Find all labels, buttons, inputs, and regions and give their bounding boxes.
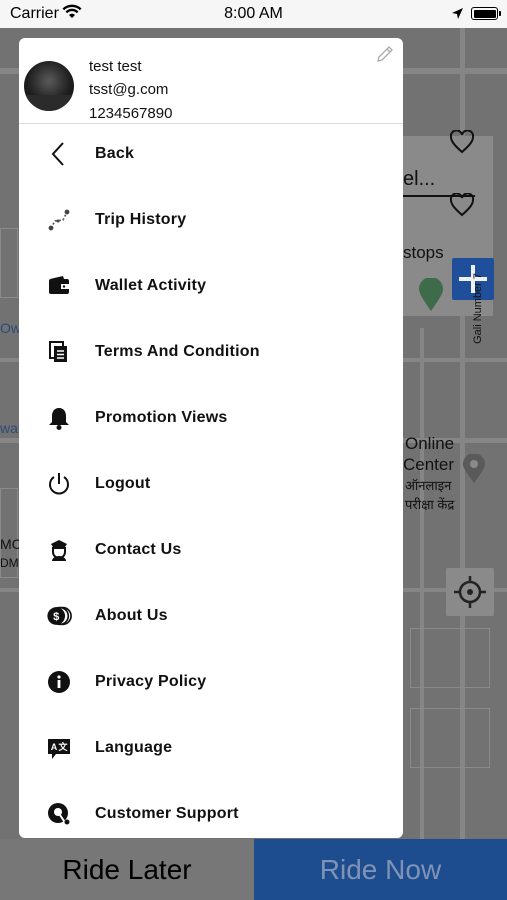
menu-label: Logout: [95, 475, 151, 492]
status-bar: Carrier 8:00 AM: [0, 0, 507, 28]
ride-now-button[interactable]: Ride Now: [254, 839, 507, 900]
menu-label: Trip History: [95, 211, 187, 228]
svg-text:文: 文: [57, 741, 68, 752]
menu-label: Privacy Policy: [95, 673, 207, 690]
menu-label: Terms And Condition: [95, 343, 260, 360]
menu-item-about-us[interactable]: $ About Us: [19, 583, 403, 649]
status-time: 8:00 AM: [224, 5, 283, 22]
menu-item-privacy-policy[interactable]: Privacy Policy: [19, 649, 403, 715]
avatar[interactable]: [24, 61, 74, 111]
ride-action-bar: Ride Later Ride Now: [0, 839, 507, 900]
menu-item-promotion-views[interactable]: Promotion Views: [19, 385, 403, 451]
menu-item-back[interactable]: Back: [19, 121, 403, 187]
menu-label: Language: [95, 739, 173, 756]
menu-item-wallet-activity[interactable]: Wallet Activity: [19, 253, 403, 319]
place-pin-icon: [463, 454, 485, 483]
user-name: test test: [89, 58, 142, 75]
svg-text:$: $: [53, 611, 60, 623]
menu-item-logout[interactable]: Logout: [19, 451, 403, 517]
route-icon: [46, 207, 72, 233]
map-left-label: wa: [0, 420, 18, 436]
crosshair-icon: [454, 576, 486, 608]
place-name-4: परीक्षा केंद्र: [405, 497, 455, 512]
place-name-3: ऑनलाइन: [405, 478, 452, 493]
bell-icon: [46, 405, 72, 431]
place-name-2: Center: [403, 455, 455, 474]
menu-item-language[interactable]: A 文 Language: [19, 715, 403, 781]
power-icon: [46, 471, 72, 497]
edit-pencil-icon[interactable]: [375, 44, 395, 64]
my-location-button[interactable]: [446, 568, 494, 616]
back-chevron-icon: [46, 141, 72, 167]
heart-icon[interactable]: [449, 193, 475, 217]
user-email: tsst@g.com: [89, 81, 169, 98]
wallet-icon: [46, 273, 72, 299]
menu-label: Promotion Views: [95, 409, 228, 426]
menu-label: Wallet Activity: [95, 277, 207, 294]
user-phone: 1234567890: [89, 105, 173, 122]
info-icon: [46, 669, 72, 695]
menu-item-contact-us[interactable]: Contact Us: [19, 517, 403, 583]
menu-label: Back: [95, 145, 135, 162]
ride-later-button[interactable]: Ride Later: [0, 839, 254, 900]
profile-header: test test tsst@g.com 1234567890: [19, 38, 403, 124]
destination-text[interactable]: el...: [403, 168, 435, 191]
menu-label: Customer Support: [95, 805, 239, 822]
document-icon: [46, 339, 72, 365]
support-icon: [46, 801, 72, 827]
map-stops-label: stops: [403, 243, 444, 262]
place-name-1: Online: [405, 434, 455, 453]
side-drawer: test test tsst@g.com 1234567890 Back Tri…: [19, 38, 403, 838]
menu-item-customer-support[interactable]: Customer Support: [19, 781, 403, 838]
officer-icon: [46, 537, 72, 563]
street-label: Gali Number 7: [472, 273, 484, 344]
menu-item-trip-history[interactable]: Trip History: [19, 187, 403, 253]
map-left-label: DM: [0, 556, 19, 570]
translate-icon: A 文: [46, 735, 72, 761]
coins-icon: $: [46, 603, 72, 629]
menu-label: Contact Us: [95, 541, 182, 558]
location-arrow-icon: [452, 8, 463, 19]
map-left-label: Ow: [0, 320, 21, 336]
heart-icon[interactable]: [449, 130, 475, 154]
map-pin-icon: [419, 278, 443, 311]
battery-icon: [471, 7, 501, 20]
svg-text:A: A: [51, 742, 58, 752]
menu-label: About Us: [95, 607, 168, 624]
menu-item-terms[interactable]: Terms And Condition: [19, 319, 403, 385]
